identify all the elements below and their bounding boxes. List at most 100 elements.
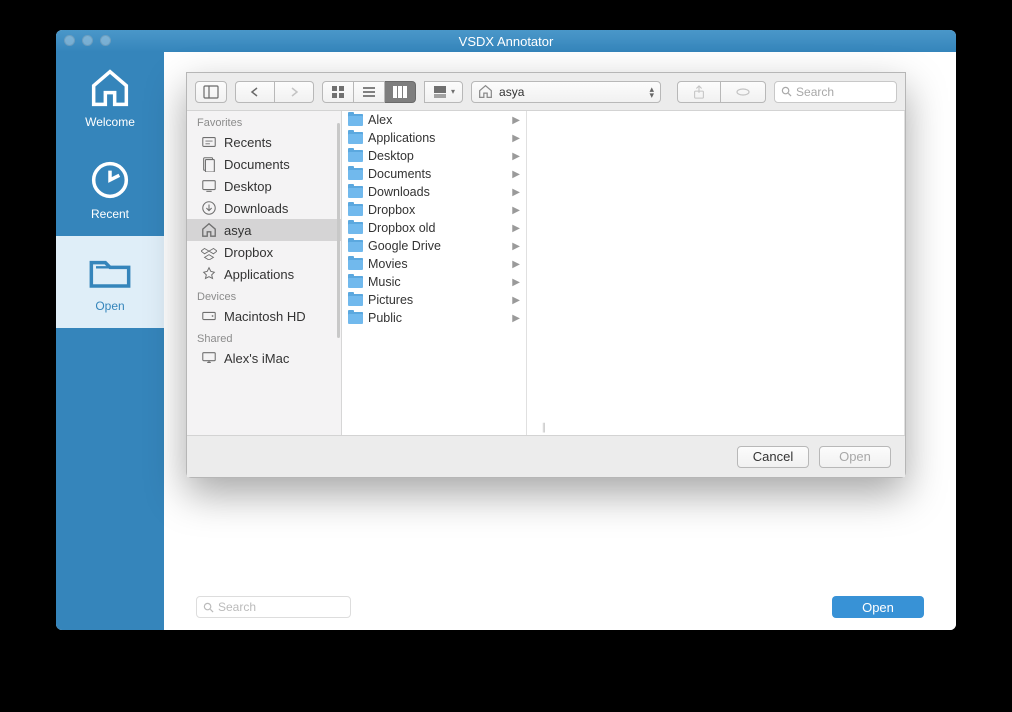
dialog-body: Favorites Recents Documents Desktop Down… — [187, 111, 905, 435]
folder-icon — [348, 294, 363, 306]
folder-item-pictures[interactable]: Pictures ▶ — [342, 291, 526, 309]
item-label: Dropbox — [224, 245, 273, 260]
favorites-item-asya[interactable]: asya — [187, 219, 341, 241]
sidebar-label: Recent — [91, 207, 129, 221]
item-label: Recents — [224, 135, 272, 150]
app-window: VSDX Annotator Welcome Recent Open — [56, 30, 956, 630]
sidebar-item-recent[interactable]: Recent — [56, 144, 164, 236]
column-view: Alex ▶ Applications ▶ Desktop ▶ Document… — [342, 111, 905, 435]
dialog-toolbar: ▾ asya ▴▾ Search — [187, 73, 905, 111]
hdd-icon — [201, 308, 217, 324]
forward-button[interactable] — [275, 81, 314, 103]
search-placeholder: Search — [796, 85, 834, 99]
item-label: Pictures — [368, 293, 413, 307]
folder-item-desktop[interactable]: Desktop ▶ — [342, 147, 526, 165]
group-by-button[interactable]: ▾ — [424, 81, 463, 103]
chevron-updown-icon: ▴▾ — [649, 86, 654, 98]
shared-item-alex-s-imac[interactable]: Alex's iMac — [187, 347, 341, 369]
column-1[interactable] — [527, 111, 905, 435]
sidebar-item-welcome[interactable]: Welcome — [56, 52, 164, 144]
item-label: Movies — [368, 257, 408, 271]
folder-item-public[interactable]: Public ▶ — [342, 309, 526, 327]
item-label: Dropbox old — [368, 221, 435, 235]
action-buttons — [677, 81, 766, 103]
group-by-button-group: ▾ — [424, 81, 463, 103]
folder-item-applications[interactable]: Applications ▶ — [342, 129, 526, 147]
item-label: Music — [368, 275, 401, 289]
home-icon — [201, 222, 217, 238]
sidebar-label: Open — [95, 299, 124, 313]
favorites-item-documents[interactable]: Documents — [187, 153, 341, 175]
folder-icon — [348, 150, 363, 162]
open-file-dialog: ▾ asya ▴▾ Search Favorites Recents — [186, 72, 906, 478]
share-button[interactable] — [677, 81, 721, 103]
minimize-window-button[interactable] — [82, 35, 93, 46]
item-label: Google Drive — [368, 239, 441, 253]
item-label: Macintosh HD — [224, 309, 306, 324]
main-search-input[interactable]: Search — [196, 596, 351, 618]
item-label: Downloads — [368, 185, 430, 199]
tags-button[interactable] — [721, 81, 766, 103]
item-label: Desktop — [368, 149, 414, 163]
recents-icon — [201, 134, 217, 150]
column-0: Alex ▶ Applications ▶ Desktop ▶ Document… — [342, 111, 527, 435]
item-label: Desktop — [224, 179, 272, 194]
chevron-right-icon: ▶ — [512, 295, 520, 306]
close-window-button[interactable] — [64, 35, 75, 46]
home-icon — [478, 84, 493, 99]
path-label: asya — [499, 85, 524, 99]
search-icon — [781, 86, 792, 97]
folder-item-dropbox-old[interactable]: Dropbox old ▶ — [342, 219, 526, 237]
app-title: VSDX Annotator — [459, 34, 554, 49]
favorites-item-desktop[interactable]: Desktop — [187, 175, 341, 197]
sidebar-item-open[interactable]: Open — [56, 236, 164, 328]
main-open-button[interactable]: Open — [832, 596, 924, 618]
folder-item-music[interactable]: Music ▶ — [342, 273, 526, 291]
folder-item-movies[interactable]: Movies ▶ — [342, 255, 526, 273]
favorites-item-recents[interactable]: Recents — [187, 131, 341, 153]
chevron-right-icon: ▶ — [512, 277, 520, 288]
downloads-icon — [201, 200, 217, 216]
open-button[interactable]: Open — [819, 446, 891, 468]
column-view-button[interactable] — [385, 81, 416, 103]
folder-item-downloads[interactable]: Downloads ▶ — [342, 183, 526, 201]
cancel-button[interactable]: Cancel — [737, 446, 809, 468]
shared-header: Shared — [187, 327, 341, 347]
folder-open-icon — [89, 251, 131, 293]
icon-view-button[interactable] — [322, 81, 354, 103]
toggle-sidebar-button[interactable] — [195, 81, 227, 103]
dialog-search-input[interactable]: Search — [774, 81, 897, 103]
applications-icon — [201, 266, 217, 282]
favorites-item-dropbox[interactable]: Dropbox — [187, 241, 341, 263]
clock-icon — [89, 159, 131, 201]
chevron-right-icon: ▶ — [512, 151, 520, 162]
path-popup[interactable]: asya ▴▾ — [471, 81, 661, 103]
app-sidebar: Welcome Recent Open — [56, 52, 164, 630]
search-placeholder: Search — [218, 600, 256, 614]
documents-icon — [201, 156, 217, 172]
folder-icon — [348, 258, 363, 270]
chevron-right-icon: ▶ — [512, 115, 520, 126]
folder-icon — [348, 276, 363, 288]
item-label: Dropbox — [368, 203, 415, 217]
folder-item-documents[interactable]: Documents ▶ — [342, 165, 526, 183]
list-view-button[interactable] — [354, 81, 385, 103]
resize-handle[interactable]: ║ — [541, 423, 551, 431]
folder-item-alex[interactable]: Alex ▶ — [342, 111, 526, 129]
search-icon — [203, 602, 214, 613]
zoom-window-button[interactable] — [100, 35, 111, 46]
folder-item-google-drive[interactable]: Google Drive ▶ — [342, 237, 526, 255]
folder-item-dropbox[interactable]: Dropbox ▶ — [342, 201, 526, 219]
chevron-right-icon: ▶ — [512, 169, 520, 180]
folder-icon — [348, 204, 363, 216]
favorites-item-downloads[interactable]: Downloads — [187, 197, 341, 219]
devices-item-macintosh-hd[interactable]: Macintosh HD — [187, 305, 341, 327]
item-label: Public — [368, 311, 402, 325]
home-icon — [89, 67, 131, 109]
chevron-right-icon: ▶ — [512, 205, 520, 216]
finder-sidebar: Favorites Recents Documents Desktop Down… — [187, 111, 342, 435]
window-controls — [64, 35, 111, 46]
back-button[interactable] — [235, 81, 275, 103]
favorites-item-applications[interactable]: Applications — [187, 263, 341, 285]
item-label: Documents — [224, 157, 290, 172]
